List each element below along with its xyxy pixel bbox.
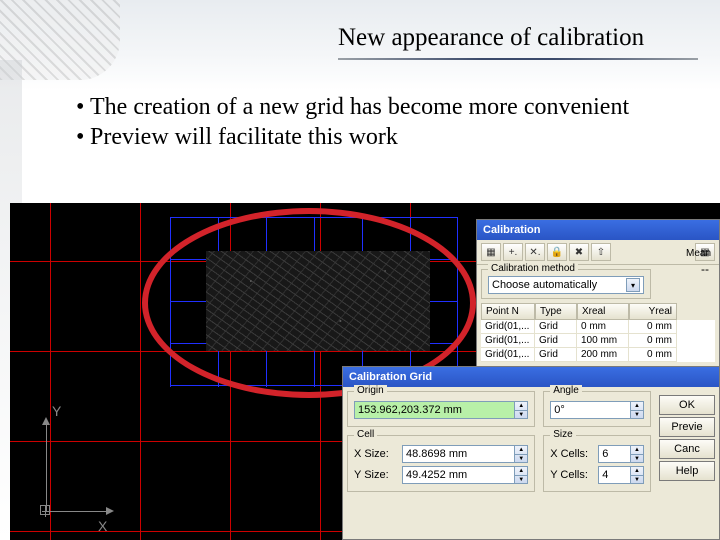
xsize-stepper[interactable]: ▲▼ — [514, 445, 528, 463]
table-row[interactable]: Grid(01,... Grid 0 mm 0 mm — [481, 320, 715, 334]
points-table-header: Point N Type Xreal Yreal — [481, 303, 715, 320]
slide-title: New appearance of calibration — [338, 24, 644, 52]
xcells-label: X Cells: — [550, 448, 598, 460]
angle-legend: Angle — [550, 385, 582, 396]
method-legend: Calibration method — [488, 263, 578, 274]
xcells-stepper[interactable]: ▲▼ — [630, 445, 644, 463]
lock-icon[interactable]: 🔒 — [547, 243, 567, 261]
grid-icon[interactable]: ▦ — [481, 243, 501, 261]
table-row[interactable]: Grid(01,... Grid 200 mm 0 mm — [481, 348, 715, 362]
table-row[interactable]: Grid(01,... Grid 100 mm 0 mm — [481, 334, 715, 348]
bullet-text: The creation of a new grid has become mo… — [90, 92, 629, 122]
chevron-down-icon[interactable]: ▾ — [626, 278, 640, 292]
cell-legend: Cell — [354, 429, 377, 440]
add-point-icon[interactable]: +. — [503, 243, 523, 261]
angle-stepper[interactable]: ▲▼ — [630, 401, 644, 419]
bullet-list: •The creation of a new grid has become m… — [76, 92, 676, 152]
clear-icon[interactable]: ✖ — [569, 243, 589, 261]
bullet-dot: • — [76, 92, 90, 122]
ycells-input[interactable]: 4 — [598, 466, 631, 484]
mean-label: Mean — [686, 248, 711, 259]
calibration-panel-title[interactable]: Calibration — [477, 220, 719, 240]
calibration-method-select[interactable]: Choose automatically ▾ — [488, 276, 644, 294]
ysize-label: Y Size: — [354, 469, 402, 481]
ysize-input[interactable]: 49.4252 mm — [402, 466, 515, 484]
origin-stepper[interactable]: ▲▼ — [514, 401, 528, 419]
screenshot-figure: Y X Calibration ▦ +. ✕. 🔒 ✖ ⇧ ▦ Mean -- … — [10, 203, 720, 540]
y-axis-label: Y — [52, 403, 61, 419]
calibration-toolbar: ▦ +. ✕. 🔒 ✖ ⇧ ▦ — [477, 240, 719, 265]
ysize-stepper[interactable]: ▲▼ — [514, 466, 528, 484]
bullet-dot: • — [76, 122, 90, 152]
xsize-label: X Size: — [354, 448, 402, 460]
origin-input[interactable]: 153.962,203.372 mm — [354, 401, 515, 419]
ok-button[interactable]: OK — [659, 395, 715, 415]
mean-value: -- — [701, 262, 709, 276]
delete-point-icon[interactable]: ✕. — [525, 243, 545, 261]
origin-legend: Origin — [354, 385, 387, 396]
xsize-input[interactable]: 48.8698 mm — [402, 445, 515, 463]
xcells-input[interactable]: 6 — [598, 445, 631, 463]
shift-icon[interactable]: ⇧ — [591, 243, 611, 261]
help-button[interactable]: Help — [659, 461, 715, 481]
size-legend: Size — [550, 429, 575, 440]
title-underline — [338, 58, 698, 60]
calibration-grid-dialog: Calibration Grid Origin 153.962,203.372 … — [342, 366, 720, 540]
cancel-button[interactable]: Canc — [659, 439, 715, 459]
bullet-text: Preview will facilitate this work — [90, 122, 398, 152]
angle-input[interactable]: 0° — [550, 401, 631, 419]
ycells-label: Y Cells: — [550, 469, 598, 481]
preview-button[interactable]: Previe — [659, 417, 715, 437]
grid-dialog-title[interactable]: Calibration Grid — [343, 367, 719, 387]
ycells-stepper[interactable]: ▲▼ — [630, 466, 644, 484]
